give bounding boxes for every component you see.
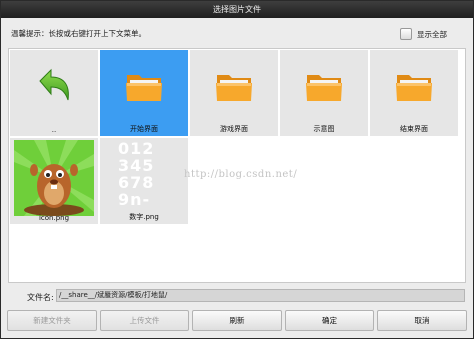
folder-icon bbox=[126, 75, 162, 101]
file-picker-dialog: 选择图片文件 温馨提示：长按或右键打开上下文菜单。 显示全部 .. 开始界面 游… bbox=[0, 0, 474, 339]
hint-text: 温馨提示：长按或右键打开上下文菜单。 bbox=[11, 29, 146, 38]
digits-row: 012 bbox=[118, 139, 155, 158]
file-grid[interactable]: .. 开始界面 游戏界面 示意图 结束界面 icon.png 012 345 6… bbox=[8, 48, 466, 283]
file-tile-folder[interactable]: 结束界面 bbox=[370, 50, 458, 136]
folder-icon bbox=[396, 75, 432, 101]
folder-icon bbox=[216, 75, 252, 101]
digits-row: 678 bbox=[118, 173, 155, 192]
file-tile-parent[interactable]: .. bbox=[10, 50, 98, 136]
file-tile-folder[interactable]: 开始界面 bbox=[100, 50, 188, 136]
upload-button[interactable]: 上传文件 bbox=[100, 310, 189, 331]
cancel-button[interactable]: 取消 bbox=[377, 310, 467, 331]
file-tile-label: icon.png bbox=[38, 214, 70, 222]
file-tile-label: 数字.png bbox=[129, 213, 159, 221]
file-tile-label: 开始界面 bbox=[130, 125, 158, 133]
filename-label: 文件名: bbox=[27, 293, 54, 302]
filename-field[interactable]: /__share__/斌蜃资源/模板/打地鼠/ bbox=[56, 289, 465, 302]
file-tile-label: 示意图 bbox=[313, 125, 335, 133]
dialog-title: 选择图片文件 bbox=[1, 1, 473, 18]
ok-button[interactable]: 确定 bbox=[285, 310, 374, 331]
file-tile-label: 游戏界面 bbox=[220, 125, 248, 133]
digits-row: 345 bbox=[118, 156, 155, 175]
file-tile-folder[interactable]: 游戏界面 bbox=[190, 50, 278, 136]
new-folder-button[interactable]: 新建文件夹 bbox=[7, 310, 97, 331]
mole-thumbnail bbox=[14, 140, 94, 216]
show-all-checkbox[interactable] bbox=[400, 28, 412, 40]
file-tile-label: 结束界面 bbox=[400, 125, 428, 133]
folder-icon bbox=[306, 75, 342, 101]
file-tile-folder[interactable]: 示意图 bbox=[280, 50, 368, 136]
watermark: http://blog.csdn.net/ bbox=[184, 169, 298, 180]
back-arrow-icon bbox=[39, 68, 69, 101]
digits-thumbnail: 012 345 678 9n- bbox=[118, 140, 154, 208]
show-all-label: 显示全部 bbox=[417, 29, 447, 39]
show-all-toggle[interactable]: 显示全部 bbox=[400, 28, 447, 40]
file-tile-label: .. bbox=[51, 126, 57, 134]
file-tile-image[interactable]: 012 345 678 9n- 数字.png bbox=[100, 138, 188, 224]
digits-row: 9n- bbox=[118, 190, 151, 209]
file-tile-image[interactable]: icon.png bbox=[10, 138, 98, 224]
refresh-button[interactable]: 刷新 bbox=[192, 310, 282, 331]
